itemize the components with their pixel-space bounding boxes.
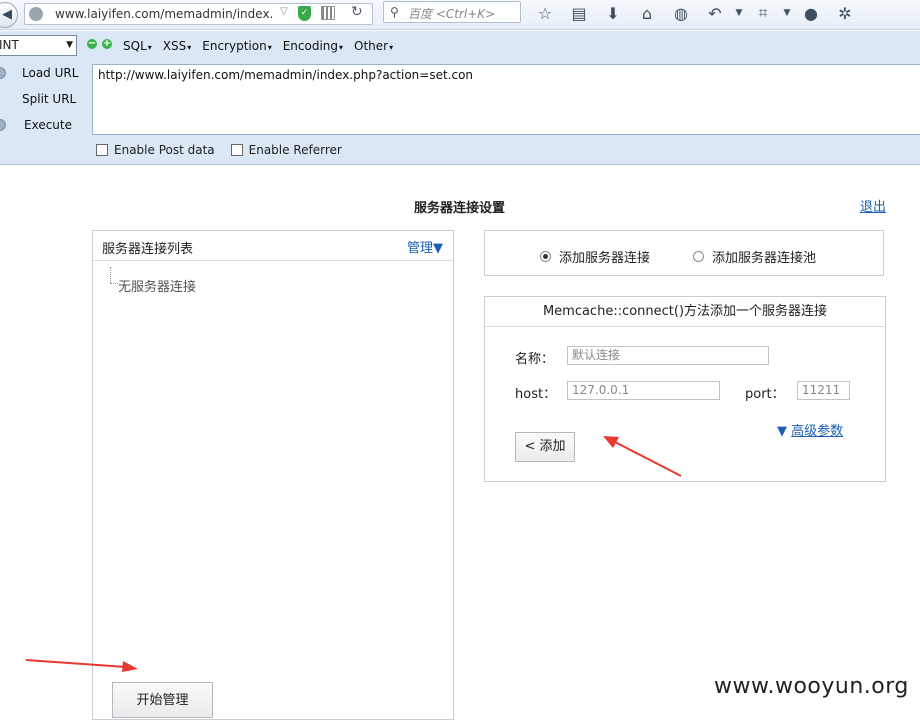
load-url-icon bbox=[0, 67, 6, 79]
manage-dropdown[interactable]: 管理▼ bbox=[407, 237, 443, 256]
server-list-header: 服务器连接列表 管理▼ bbox=[93, 231, 453, 261]
address-bar[interactable]: www.laiyifen.com/memadmin/index.p ▽ ✓ ↻ bbox=[24, 3, 373, 25]
host-field[interactable]: 127.0.0.1 bbox=[567, 381, 720, 400]
execute-button[interactable]: Execute bbox=[0, 116, 90, 142]
tree-connector bbox=[110, 267, 111, 283]
name-label: 名称： bbox=[515, 352, 555, 367]
hackbar-options: Enable Post data Enable Referrer bbox=[96, 143, 342, 157]
chevron-down-icon: ▼ bbox=[66, 40, 73, 50]
search-icon: ⚲ bbox=[390, 5, 399, 19]
menu-encoding[interactable]: Encoding bbox=[283, 39, 343, 53]
annotation-arrow bbox=[25, 659, 138, 672]
chevron-down-icon[interactable]: ▼ bbox=[732, 8, 746, 18]
server-list-panel: 服务器连接列表 管理▼ 无服务器连接 bbox=[92, 230, 454, 720]
menu-xss[interactable]: XSS bbox=[163, 39, 191, 53]
page-title: 服务器连接设置 bbox=[414, 201, 506, 216]
post-data-label: Enable Post data bbox=[114, 143, 215, 157]
split-url-button[interactable]: Split URL bbox=[0, 90, 90, 116]
shield-icon[interactable]: ✓ bbox=[298, 6, 311, 21]
star-icon[interactable]: ☆ bbox=[528, 4, 562, 23]
execute-icon bbox=[0, 119, 6, 131]
url-textarea[interactable]: http://www.laiyifen.com/memadmin/index.p… bbox=[92, 64, 920, 135]
radio-add-connection-label: 添加服务器连接 bbox=[559, 251, 651, 266]
reload-icon[interactable]: ↻ bbox=[351, 4, 363, 20]
port-label: port： bbox=[745, 387, 785, 402]
checkbox-box[interactable] bbox=[230, 144, 243, 156]
start-manage-button[interactable]: 开始管理 bbox=[112, 682, 213, 718]
hackbar-actions: Load URL Split URL Execute bbox=[0, 64, 90, 142]
empty-server-item: 无服务器连接 bbox=[118, 280, 197, 295]
globe-icon bbox=[29, 7, 43, 21]
back-arrow-icon[interactable]: ◀ bbox=[0, 2, 18, 28]
search-placeholder[interactable]: 百度 <Ctrl+K> bbox=[408, 5, 495, 22]
hackbar: INT ▼ − + SQL XSS Encryption Encoding Ot… bbox=[0, 31, 920, 165]
load-url-label: Load URL bbox=[22, 66, 79, 80]
search-bar[interactable]: ⚲ 百度 <Ctrl+K> bbox=[383, 1, 521, 23]
add-button[interactable]: < 添加 bbox=[515, 432, 575, 462]
load-url-button[interactable]: Load URL bbox=[0, 64, 90, 90]
menu-encryption[interactable]: Encryption bbox=[202, 39, 271, 53]
crop-icon[interactable]: ⌗ bbox=[746, 3, 780, 23]
name-field[interactable]: 默认连接 bbox=[567, 346, 769, 365]
chat-icon[interactable]: ● bbox=[794, 4, 828, 23]
type-select-value: INT bbox=[0, 38, 19, 52]
bug-icon[interactable]: ✲ bbox=[828, 4, 862, 23]
menu-sql[interactable]: SQL bbox=[123, 39, 152, 53]
host-label: host： bbox=[515, 387, 557, 402]
hackbar-menus: SQL XSS Encryption Encoding Other bbox=[123, 39, 393, 53]
port-field[interactable]: 11211 bbox=[797, 381, 850, 400]
logout-link[interactable]: 退出 bbox=[860, 196, 886, 215]
radio-button[interactable] bbox=[693, 251, 704, 262]
chevron-down-icon[interactable]: ▽ bbox=[280, 6, 288, 17]
watermark: www.wooyun.org bbox=[714, 674, 909, 699]
chevron-down-icon[interactable]: ▼ bbox=[780, 8, 794, 18]
advanced-params-link[interactable]: ▼ 高级参数 bbox=[777, 420, 843, 439]
radio-button-checked[interactable] bbox=[540, 251, 551, 262]
radio-add-pool[interactable]: 添加服务器连接池 bbox=[693, 247, 816, 266]
browser-toolbar: ◀ www.laiyifen.com/memadmin/index.p ▽ ✓ … bbox=[0, 0, 920, 30]
globe-icon[interactable]: ◍ bbox=[664, 4, 698, 23]
form-header: Memcache::connect()方法添加一个服务器连接 bbox=[485, 297, 885, 327]
toolbar-icons: ☆ ▤ ⬇ ⌂ ◍ ↶ ▼ ⌗ ▼ ● ✲ bbox=[528, 2, 862, 24]
menu-other[interactable]: Other bbox=[354, 39, 393, 53]
add-connection-form: Memcache::connect()方法添加一个服务器连接 名称： 默认连接 … bbox=[484, 296, 886, 482]
split-url-label: Split URL bbox=[22, 92, 77, 106]
undo-icon[interactable]: ↶ bbox=[698, 4, 732, 23]
minus-icon[interactable]: − bbox=[87, 39, 97, 49]
annotation-arrow bbox=[603, 436, 682, 477]
plus-icon[interactable]: + bbox=[102, 39, 112, 49]
advanced-params-label: 高级参数 bbox=[791, 424, 844, 439]
home-icon[interactable]: ⌂ bbox=[630, 4, 664, 23]
referrer-label: Enable Referrer bbox=[248, 143, 342, 157]
download-icon[interactable]: ⬇ bbox=[596, 4, 630, 23]
post-data-checkbox[interactable]: Enable Post data bbox=[96, 143, 215, 157]
referrer-checkbox[interactable]: Enable Referrer bbox=[230, 143, 342, 157]
server-list-title: 服务器连接列表 bbox=[102, 242, 194, 257]
execute-label: Execute bbox=[24, 118, 72, 132]
connection-type-panel: 添加服务器连接 添加服务器连接池 bbox=[484, 230, 884, 276]
radio-add-connection[interactable]: 添加服务器连接 bbox=[540, 247, 650, 266]
reading-list-icon[interactable]: ▤ bbox=[562, 4, 596, 23]
radio-add-pool-label: 添加服务器连接池 bbox=[712, 251, 817, 266]
address-text[interactable]: www.laiyifen.com/memadmin/index.p bbox=[55, 7, 273, 21]
checkbox-box[interactable] bbox=[96, 144, 108, 156]
tree-connector bbox=[110, 283, 118, 284]
triangle-down-icon: ▼ bbox=[777, 424, 787, 439]
qr-code-icon[interactable] bbox=[321, 6, 335, 20]
type-select[interactable]: INT ▼ bbox=[0, 35, 77, 56]
